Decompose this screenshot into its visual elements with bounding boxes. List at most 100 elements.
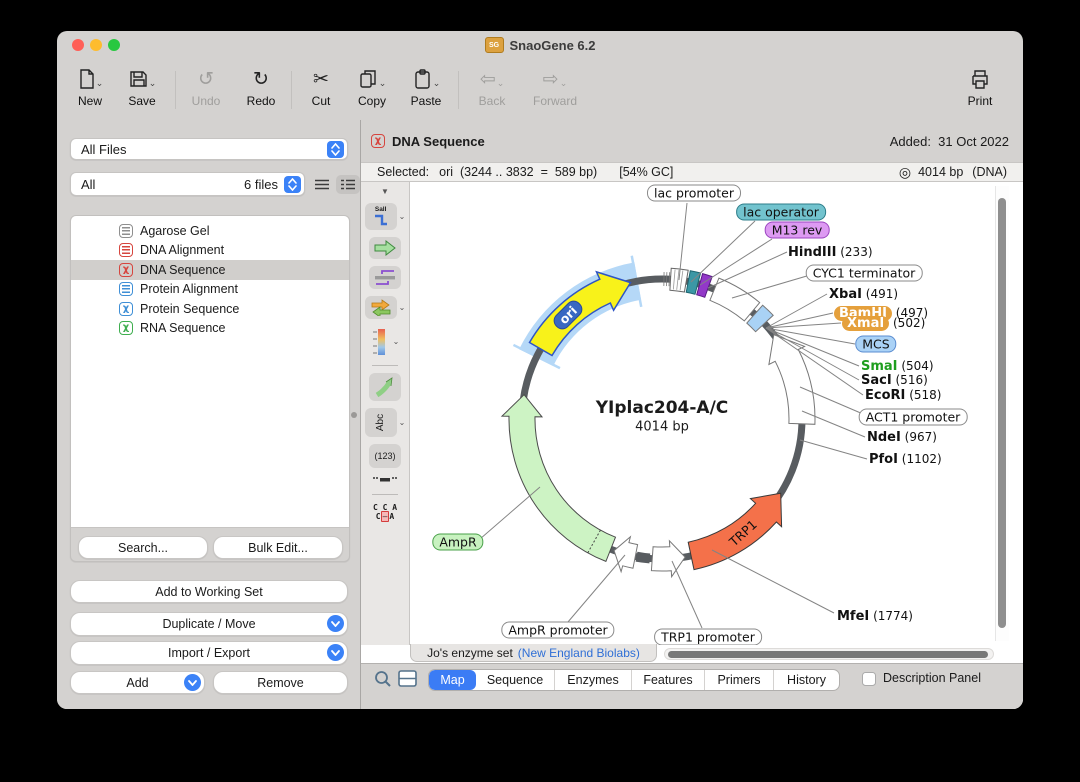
sequence-type: (DNA) [972,165,1007,179]
undo-button[interactable]: ↺ Undo [180,66,232,108]
ampr-promoter-feature[interactable] [614,537,638,572]
save-button[interactable]: ⌄ Save [116,66,168,108]
plasmid-circle-icon: ◎ [899,164,911,181]
remove-button[interactable]: Remove [213,671,348,694]
view-switch-bar: Map Sequence Enzymes Features Primers Hi… [361,663,1023,709]
collection-select[interactable]: All Files [70,138,348,160]
label-trp1-promoter[interactable]: TRP1 promoter [654,629,762,646]
redo-button[interactable]: ↻ Redo [235,66,287,108]
gc-content-display-button[interactable]: ⌄ [371,326,400,356]
file-row-agarose-gel[interactable]: Agarose Gel [71,221,349,241]
horizontal-scrollbar[interactable] [664,648,994,660]
label-ecori[interactable]: EcoRI (518) [865,387,941,403]
enzyme-set-source-link[interactable]: (New England Biolabs) [518,646,640,660]
copy-button[interactable]: ⌄ Copy [346,66,398,108]
duplicate-move-button[interactable]: Duplicate / Move [70,612,348,636]
paste-icon [412,68,432,90]
gc-content: [54% GC] [619,165,673,179]
flat-list-icon [315,179,329,190]
chevron-down-icon [327,615,344,632]
numbering-display-button[interactable]: (123) [369,444,401,468]
enzyme-cut-icon [373,213,389,227]
label-pfoi[interactable]: PfoI (1102) [869,451,942,467]
file-name: Protein Sequence [140,302,239,316]
plasmid-map-canvas[interactable]: lac promoter lac operatorM13 rev HindIII (… [410,182,995,645]
vertical-scrollbar[interactable] [995,186,1009,641]
label-mfei[interactable]: MfeI (1774) [837,608,913,624]
description-panel-checkbox[interactable] [862,672,876,686]
print-button[interactable]: Print [954,66,1006,108]
label-cyc1-terminator[interactable]: CYC1 terminator [806,265,923,282]
features-display-button[interactable] [369,237,401,259]
undo-icon: ↺ [198,68,214,90]
import-export-button[interactable]: Import / Export [70,641,348,665]
added-date: Added: 31 Oct 2022 [890,134,1009,149]
split-view-icon[interactable] [398,670,417,687]
filter-select[interactable]: All 6 files [70,172,305,196]
search-button[interactable]: Search... [78,536,208,559]
label-xmai[interactable]: XmaI (502) [842,315,925,331]
label-xbai[interactable]: XbaI (491) [829,286,898,302]
vertical-scrollbar-thumb[interactable] [998,198,1006,628]
label-hindiii[interactable]: HindIII (233) [788,244,873,260]
enzymes-display-button[interactable]: SalI ⌄ [365,203,406,230]
feature-arrow-icon [373,240,397,256]
new-button[interactable]: ⌄ New [64,66,116,108]
main-toolbar: ⌄ New ⌄ Save ↺ Undo ↻ Redo ✂ Cut ⌄ Copy … [57,59,1023,121]
label-lac-promoter[interactable]: lac promoter [647,185,741,202]
horizontal-scrollbar-thumb[interactable] [668,651,988,658]
tab-history[interactable]: History [774,670,839,690]
add-to-working-set-button[interactable]: Add to Working Set [70,580,348,603]
enzyme-set-tab[interactable]: Jo's enzyme set (New England Biolabs) [410,644,657,662]
titlebar: SG SnaoGene 6.2 [57,31,1023,59]
label-saci[interactable]: SacI (516) [861,372,928,388]
trp1-promoter-feature[interactable] [651,541,685,577]
ampr-feature[interactable] [502,395,616,562]
redo-icon: ↻ [253,68,269,90]
back-button[interactable]: ⇦⌄ Back [466,66,518,108]
label-ampr-promoter[interactable]: AmpR promoter [501,622,614,639]
panel-splitter-handle[interactable] [351,412,357,418]
act1-promoter-feature[interactable] [769,335,815,425]
grouped-list-view-button[interactable] [336,175,360,194]
label-lac-operator[interactable]: lac operator [736,204,826,221]
list-view-button[interactable] [310,175,334,194]
tab-features[interactable]: Features [632,670,705,690]
file-row-protein-alignment[interactable]: Protein Alignment [71,280,349,300]
strip-scroll-icon[interactable]: ▼ [381,187,389,196]
rna-sequence-icon: χ [119,321,133,335]
file-name: DNA Alignment [140,243,224,257]
labels-display-button[interactable]: Abc⌄ [365,408,406,437]
file-row-dna-alignment[interactable]: DNA Alignment [71,241,349,261]
tab-map[interactable]: Map [429,670,476,690]
selection-status-bar: Selected: ori (3244 .. 3832 = 589 bp) [5… [361,162,1023,182]
primers-display-button[interactable] [369,266,401,289]
paste-button[interactable]: ⌄ Paste [400,66,452,108]
tab-sequence[interactable]: Sequence [476,670,555,690]
label-act1-promoter[interactable]: ACT1 promoter [859,409,968,426]
add-button[interactable]: Add [70,671,205,694]
search-zoom-icon[interactable] [374,670,392,688]
sequence-length: 4014 bp [918,165,963,179]
label-mcs[interactable]: MCS [855,336,896,353]
save-icon [128,68,148,90]
bulk-edit-button[interactable]: Bulk Edit... [213,536,343,559]
quotes-bar-icon[interactable] [372,475,398,485]
file-row-dna-sequence[interactable]: χDNA Sequence [71,260,349,280]
tab-enzymes[interactable]: Enzymes [555,670,632,690]
label-ampr[interactable]: AmpR [432,534,483,551]
orfs-display-button[interactable]: ⌄ [365,296,406,319]
translation-display-button[interactable] [369,373,401,401]
cut-button[interactable]: ✂ Cut [295,66,347,108]
enzyme-set-bar: Jo's enzyme set (New England Biolabs) [361,645,1023,663]
copy-icon [358,68,378,90]
forward-button[interactable]: ⇨⌄ Forward [529,66,581,108]
grouped-list-icon [341,179,355,190]
tab-primers[interactable]: Primers [705,670,774,690]
label-m13-rev[interactable]: M13 rev [765,222,830,239]
label-ndei[interactable]: NdeI (967) [867,429,937,445]
file-row-protein-sequence[interactable]: χProtein Sequence [71,299,349,319]
alignment-mismatch-icon[interactable]: C C A C–A [373,503,397,521]
file-row-rna-sequence[interactable]: χRNA Sequence [71,319,349,339]
description-panel-label: Description Panel [883,671,981,685]
